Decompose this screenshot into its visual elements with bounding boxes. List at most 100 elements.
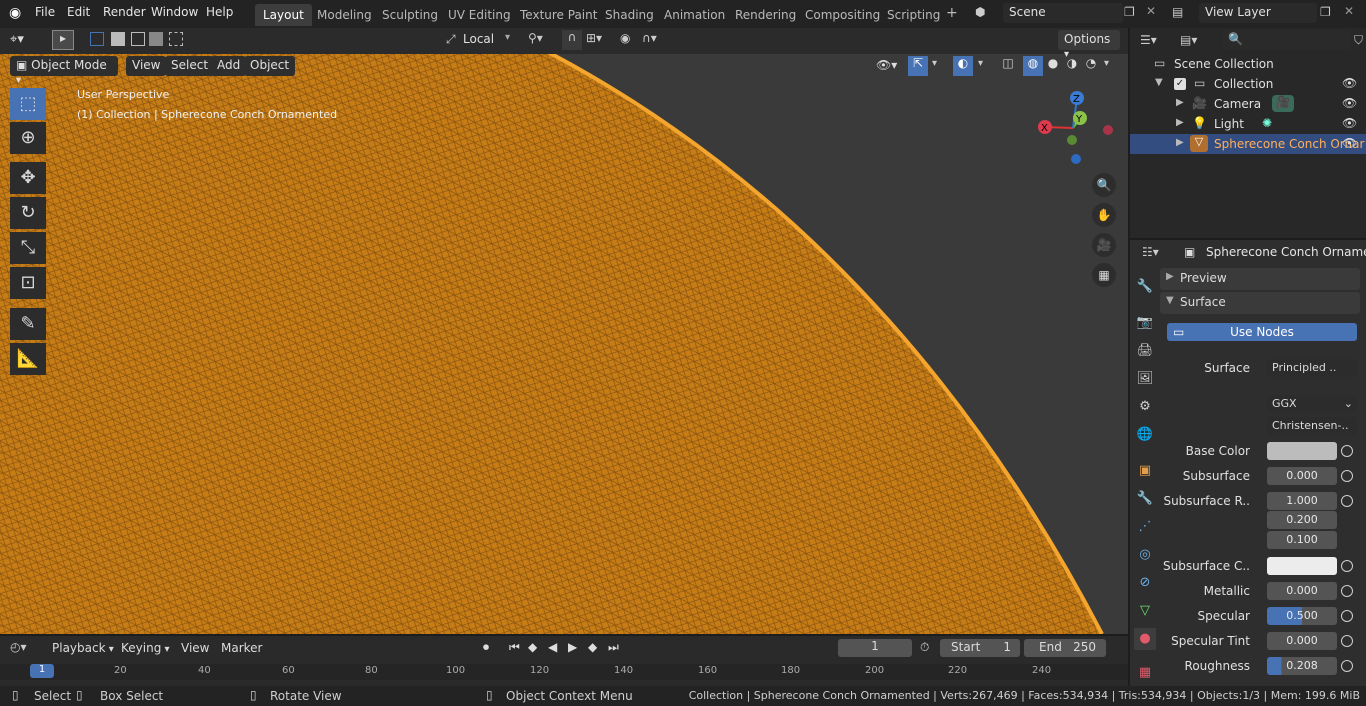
surface-panel-header[interactable]: ▼ Surface (1160, 292, 1360, 314)
play-icon[interactable]: ▶ (568, 640, 577, 654)
select-mode-extend-icon[interactable] (111, 32, 125, 46)
jump-start-icon[interactable]: ⏮ (509, 640, 520, 655)
tab-uv-editing[interactable]: UV Editing (440, 4, 519, 26)
wireframe-shading-icon[interactable]: ◍ (1023, 56, 1043, 76)
eye-icon[interactable]: 👁 (1342, 76, 1357, 90)
navigation-gizmo[interactable]: X Y Z (1032, 88, 1122, 168)
checkbox-icon[interactable]: ✓ (1174, 78, 1186, 90)
view-layer-field[interactable]: View Layer (1199, 3, 1317, 23)
camera-view-icon[interactable]: 🎥 (1092, 233, 1116, 257)
add-workspace-icon[interactable]: + (946, 5, 958, 21)
overlay-dropdown-icon[interactable]: ▾ (978, 58, 983, 69)
falloff-icon[interactable]: ∩▾ (642, 31, 657, 45)
view-layer-copy-icon[interactable]: ❐ (1320, 5, 1331, 19)
zoom-icon[interactable]: 🔍 (1092, 173, 1116, 197)
outliner-row-collection[interactable]: ▼ ✓ ▭ Collection 👁 (1130, 74, 1366, 94)
ortho-grid-icon[interactable]: ▦ (1092, 263, 1116, 287)
tab-animation[interactable]: Animation (656, 4, 733, 26)
play-reverse-icon[interactable]: ◀ (548, 640, 557, 654)
add-menu[interactable]: Add (211, 56, 247, 76)
snap-target-icon[interactable]: ⊞▾ (586, 31, 602, 45)
select-mode-intersect-icon[interactable] (169, 32, 183, 46)
render-settings-icon[interactable]: 📷 (1134, 312, 1156, 334)
rendered-shading-icon[interactable]: ◔ (1081, 56, 1101, 76)
light-data-icon[interactable]: ✺ (1262, 116, 1272, 130)
view-layer-settings-icon[interactable]: 🖼 (1134, 368, 1156, 390)
preview-panel-header[interactable]: ▶ Preview (1160, 268, 1360, 290)
surface-shader-dropdown[interactable]: Principled .. (1267, 359, 1357, 377)
view-layer-icon[interactable]: ▤ (1172, 5, 1183, 19)
specular-field[interactable]: 0.500 (1267, 607, 1337, 625)
eye-icon[interactable]: 👁 (1342, 116, 1357, 130)
physics-settings-icon[interactable]: ◎ (1134, 544, 1156, 566)
marker-menu[interactable]: Marker (221, 641, 262, 655)
timeline-ruler[interactable]: 1 20 40 60 80 100 120 140 160 180 200 22… (0, 664, 1128, 680)
outliner-row-light[interactable]: ▶ 💡 Light ✺ 👁 (1130, 114, 1366, 134)
view-layer-close-icon[interactable]: ✕ (1344, 4, 1354, 18)
current-frame-field[interactable]: 1 (838, 639, 912, 657)
proportional-edit-icon[interactable]: ◉ (620, 31, 630, 45)
tool-settings-icon[interactable]: 🔧 (1134, 276, 1156, 298)
texture-settings-icon[interactable]: ▦ (1134, 662, 1156, 684)
specular-tint-link-icon[interactable] (1341, 635, 1353, 647)
transform-tool[interactable]: ⊡ (10, 267, 46, 299)
select-tool-icon[interactable]: ▸ (52, 30, 74, 50)
cursor-tool[interactable]: ⊕ (10, 122, 46, 154)
metallic-field[interactable]: 0.000 (1267, 582, 1337, 600)
distribution-dropdown[interactable]: GGX ⌄ (1267, 395, 1357, 413)
move-tool[interactable]: ✥ (10, 162, 46, 194)
select-menu[interactable]: Select (165, 56, 215, 76)
measure-tool[interactable]: 📐 (10, 343, 46, 375)
subsurface-color-link-icon[interactable] (1341, 560, 1353, 572)
transform-orientation-dropdown[interactable]: Local (463, 32, 494, 46)
subsurface-radius-link-icon[interactable] (1341, 495, 1353, 507)
subsurface-radius-x-field[interactable]: 1.000 (1267, 492, 1337, 510)
menu-help[interactable]: Help (206, 5, 233, 19)
gizmo-toggle-icon[interactable]: ⇱ (908, 56, 928, 76)
specular-tint-field[interactable]: 0.000 (1267, 632, 1337, 650)
editor-type-icon[interactable]: ⌖▾ (10, 32, 24, 47)
object-data-icon[interactable]: ▽ (1134, 600, 1156, 622)
subsurface-link-icon[interactable] (1341, 470, 1353, 482)
menu-window[interactable]: Window (151, 5, 198, 19)
shading-dropdown-icon[interactable]: ▾ (1104, 58, 1109, 69)
blender-logo-icon[interactable]: ◉ (9, 5, 21, 21)
camera-data-icon[interactable]: 🎥 (1272, 95, 1294, 112)
outliner-type-icon[interactable]: ☰▾ (1140, 33, 1157, 47)
visibility-icon[interactable]: 👁▾ (876, 58, 897, 72)
scene-name-field[interactable]: Scene (1003, 3, 1123, 23)
pivot-icon[interactable]: ⚲▾ (528, 31, 543, 45)
tab-compositing[interactable]: Compositing (797, 4, 888, 26)
start-frame-field[interactable]: Start 1 (940, 639, 1020, 657)
base-color-swatch[interactable] (1267, 442, 1337, 460)
metallic-link-icon[interactable] (1341, 585, 1353, 597)
particles-settings-icon[interactable]: ⋰ (1134, 516, 1156, 538)
tab-modeling[interactable]: Modeling (309, 4, 380, 26)
menu-file[interactable]: File (35, 5, 55, 19)
outliner-row-scene-collection[interactable]: ▭ Scene Collection (1130, 54, 1366, 74)
roughness-link-icon[interactable] (1341, 660, 1353, 672)
expand-arrow-icon[interactable]: ▶ (1176, 117, 1184, 128)
tab-scripting[interactable]: Scripting (879, 4, 948, 26)
expand-arrow-icon[interactable]: ▼ (1155, 77, 1163, 88)
pan-hand-icon[interactable]: ✋ (1092, 203, 1116, 227)
end-frame-field[interactable]: End 250 (1024, 639, 1106, 657)
timeline-editor-icon[interactable]: ◴▾ (10, 640, 27, 654)
playhead[interactable]: 1 (30, 664, 54, 678)
eye-icon[interactable]: 👁 (1342, 96, 1357, 110)
xray-icon[interactable]: ◫ (998, 56, 1018, 76)
gizmo-dropdown-icon[interactable]: ▾ (932, 58, 937, 69)
record-icon[interactable]: ⏺ (483, 640, 489, 655)
outliner-row-camera[interactable]: ▶ 🎥 Camera 🎥 👁 (1130, 94, 1366, 114)
scene-close-icon[interactable]: ✕ (1146, 4, 1156, 18)
select-mode-subtract-icon[interactable] (131, 32, 145, 46)
tab-texture-paint[interactable]: Texture Paint (512, 4, 605, 26)
display-mode-icon[interactable]: ▤▾ (1180, 33, 1197, 47)
solid-shading-icon[interactable]: ● (1043, 56, 1063, 76)
options-dropdown[interactable]: Options ▾ (1058, 30, 1120, 60)
subsurface-field[interactable]: 0.000 (1267, 467, 1337, 485)
constraints-settings-icon[interactable]: ⊘ (1134, 572, 1156, 594)
object-menu[interactable]: Object (244, 56, 296, 76)
expand-arrow-icon[interactable]: ▶ (1176, 97, 1184, 108)
snap-icon[interactable]: ∩ (562, 30, 582, 50)
